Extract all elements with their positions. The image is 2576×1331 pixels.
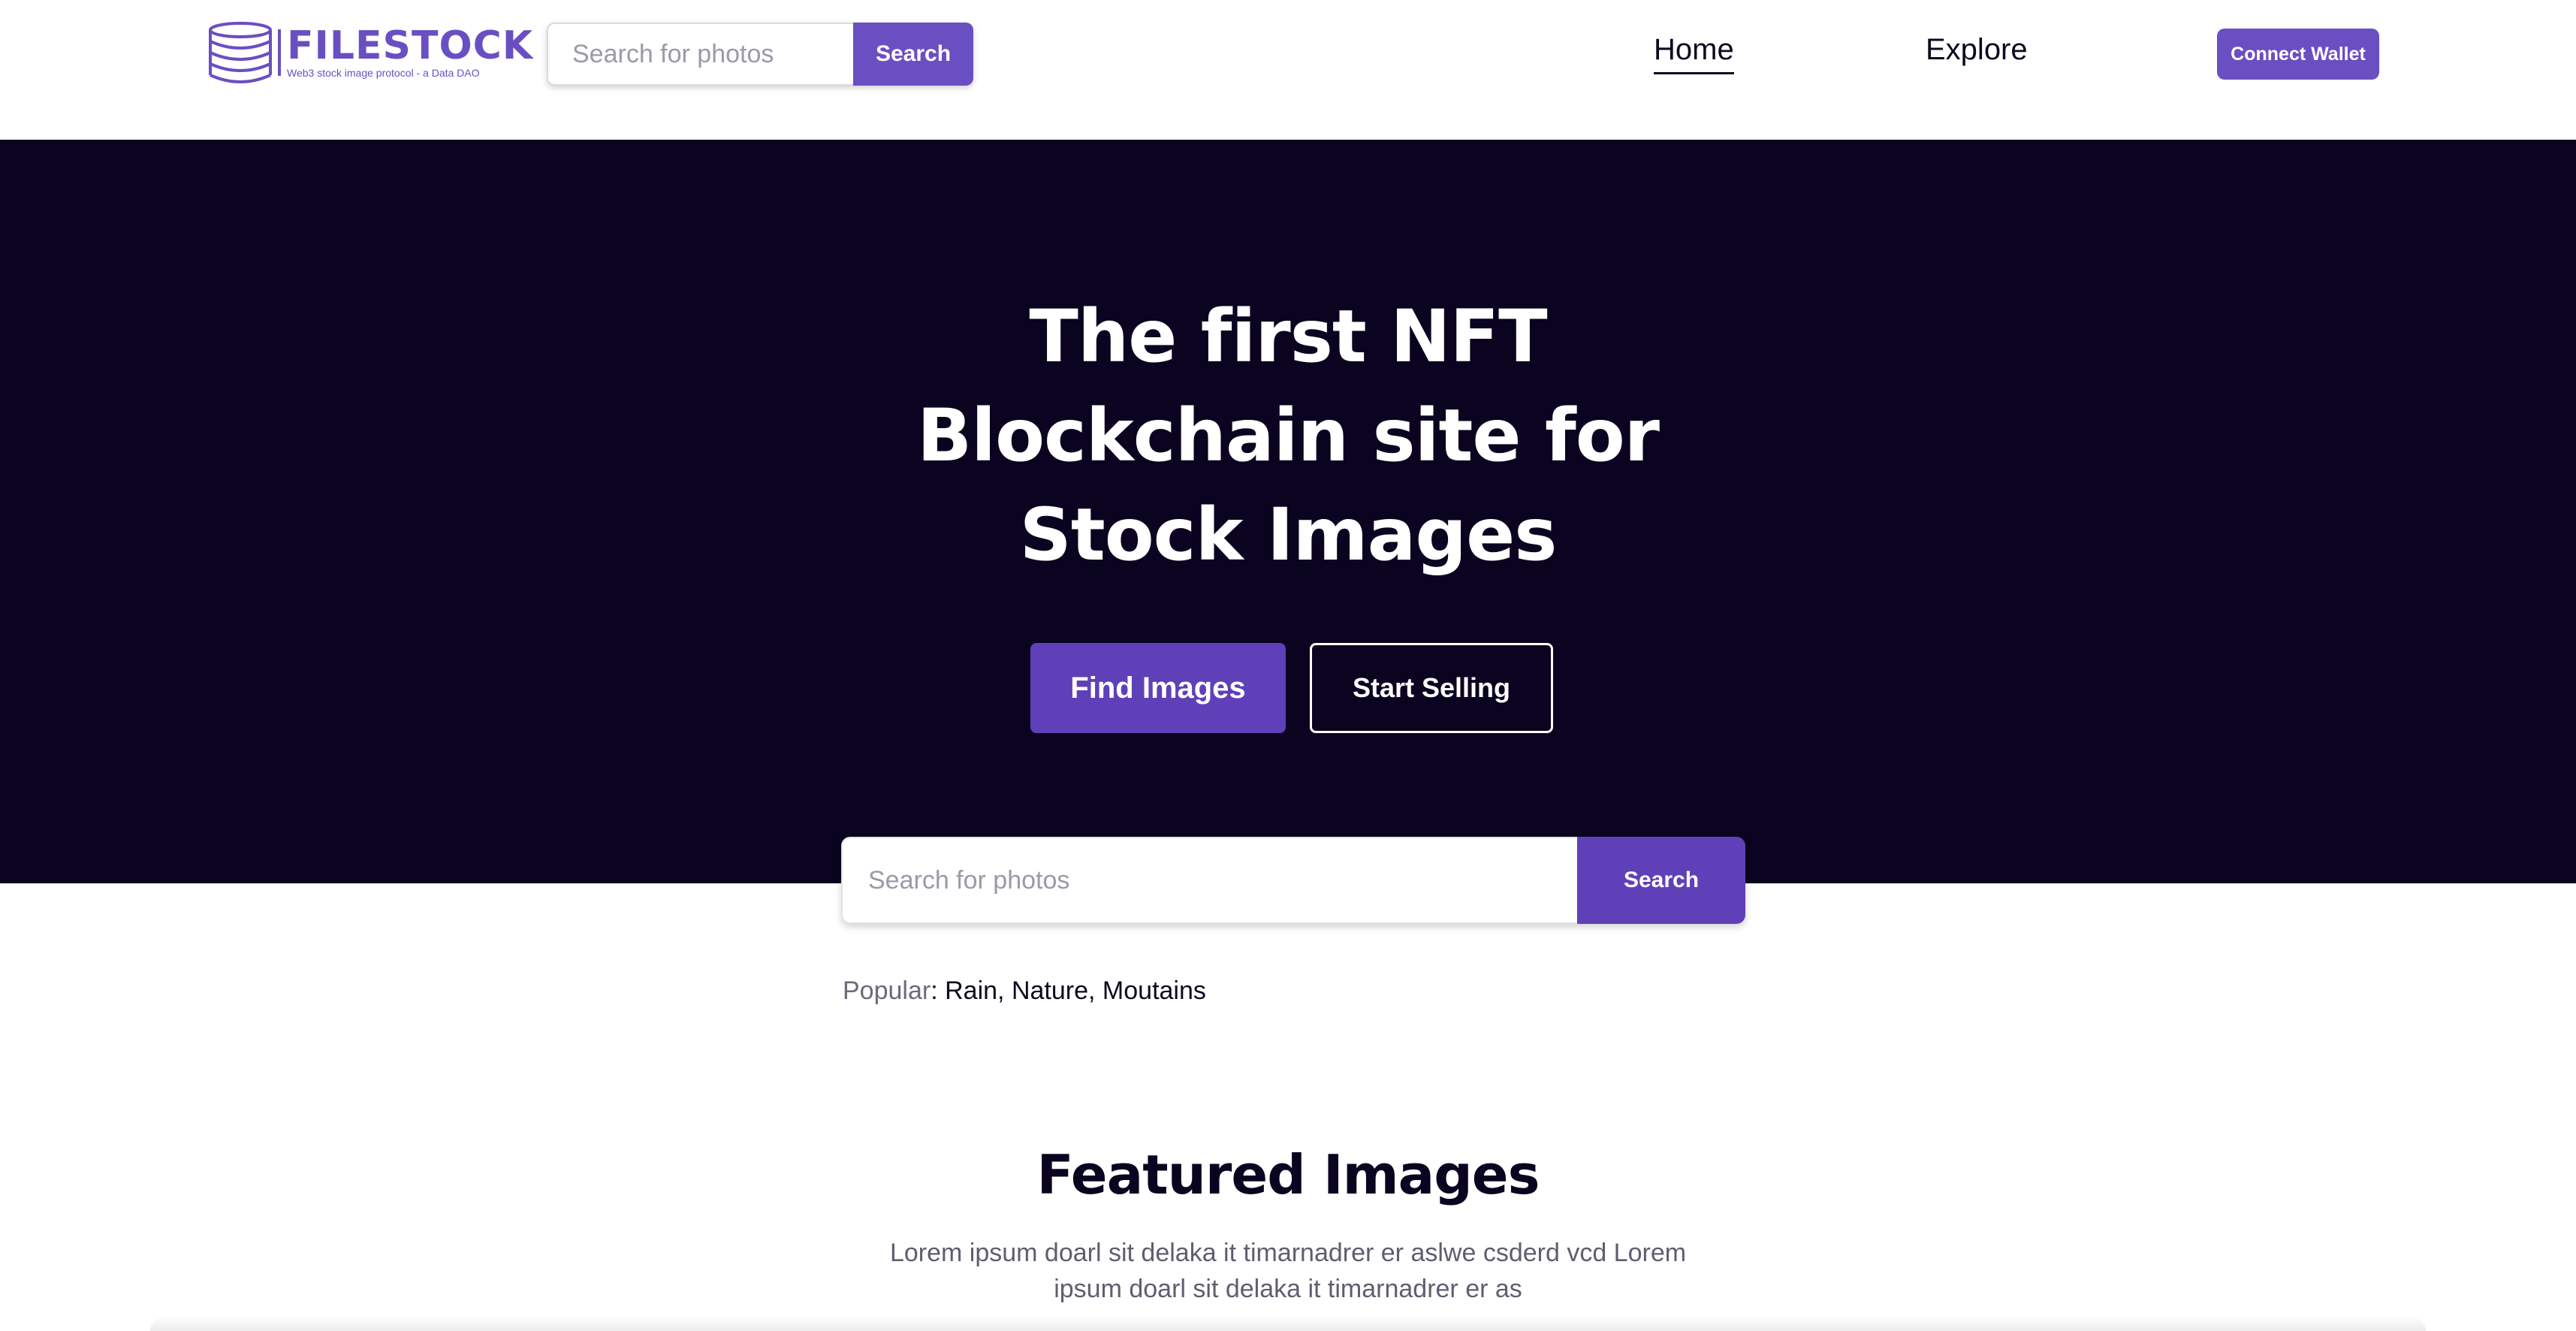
logo-text: FILESTOCK Web3 stock image protocol - a … [287, 26, 533, 79]
header-search-input[interactable] [547, 23, 853, 86]
popular-tag-nature[interactable]: Nature [1012, 976, 1088, 1005]
hero-section: The first NFT Blockchain site for Stock … [0, 140, 2576, 883]
find-images-button[interactable]: Find Images [1030, 643, 1286, 733]
site-header: FILESTOCK Web3 stock image protocol - a … [0, 0, 2576, 140]
header-search-button[interactable]: Search [853, 23, 973, 86]
hero-title: The first NFT Blockchain site for Stock … [916, 294, 1660, 577]
logo[interactable]: FILESTOCK Web3 stock image protocol - a … [207, 21, 533, 84]
popular-tag-moutains[interactable]: Moutains [1102, 976, 1206, 1005]
main-search-button[interactable]: Search [1577, 837, 1745, 924]
main-search-input[interactable] [841, 837, 1577, 924]
popular-separator: : [931, 976, 946, 1005]
popular-tag-rain[interactable]: Rain [945, 976, 997, 1005]
popular-comma: , [997, 976, 1012, 1005]
connect-wallet-button[interactable]: Connect Wallet [2217, 29, 2379, 80]
logo-subtitle: Web3 stock image protocol - a Data DAO [287, 67, 480, 79]
featured-description: Lorem ipsum doarl sit delaka it timarnad… [889, 1239, 1687, 1303]
popular-comma: , [1088, 976, 1102, 1005]
database-icon [209, 22, 272, 83]
featured-gallery-edge [150, 1316, 2426, 1331]
featured-title: Featured Images [1036, 1143, 1540, 1206]
logo-divider [278, 29, 281, 76]
main-search: Search [841, 837, 1745, 924]
logo-title: FILESTOCK [287, 23, 534, 68]
popular-searches: Popular: Rain, Nature, Moutains [843, 975, 1206, 1007]
header-search: Search [547, 23, 973, 86]
nav-explore-link[interactable]: Explore [1926, 33, 2028, 66]
nav-home-link[interactable]: Home [1654, 33, 1734, 74]
popular-label: Popular [843, 976, 931, 1005]
start-selling-button[interactable]: Start Selling [1310, 643, 1553, 733]
